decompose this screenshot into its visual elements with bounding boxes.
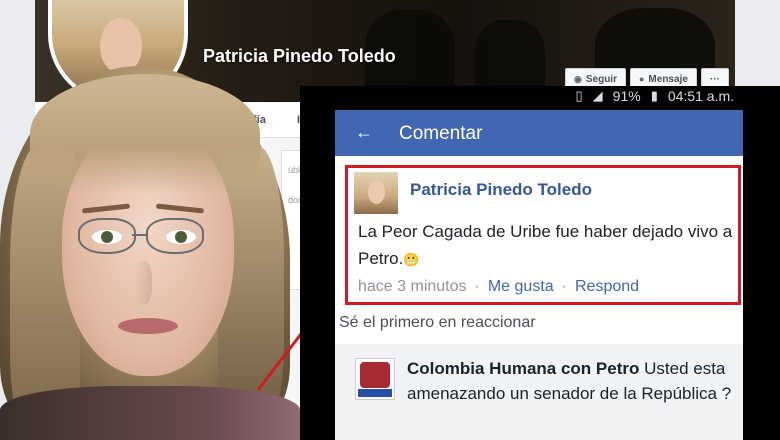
clock: 04:51 a.m. [667,88,734,104]
messenger-icon: ● [638,74,645,84]
comment-author-avatar[interactable] [354,172,398,214]
reply-author-avatar[interactable] [355,358,395,400]
vibrate-icon: ▯ [575,88,583,103]
follow-label: Seguir [585,73,617,85]
rss-icon: ◉ [574,73,582,84]
like-link[interactable]: Me gusta [488,278,554,295]
signal-icon: ◢ [592,88,603,103]
woman-portrait [0,56,300,440]
page-title: Comentar [399,123,483,144]
battery-level: 91% [612,88,641,104]
comment-text-container: La Peor Cagada de Uribe fue haber dejado… [358,218,738,273]
status-bar: ▯ ◢ 91% ▮ 04:51 a.m. [300,86,780,108]
reply-text-container: Colombia Humana con Petro Usted esta ame… [407,356,737,406]
comment-meta: hace 3 minutos · Me gusta · Respond [358,278,640,295]
reply-author-name[interactable]: Colombia Humana con Petro [407,359,639,378]
comment-timestamp: hace 3 minutos [358,278,467,295]
first-reaction-prompt: Sé el primero en reaccionar [339,314,536,331]
grimacing-emoji-icon: 😬 [403,252,420,268]
back-arrow-icon[interactable]: ← [355,122,373,143]
app-bar: ← Comentar [335,110,743,156]
reply-link[interactable]: Respond [575,278,639,295]
more-label: ··· [709,73,720,85]
message-label: Mensaje [648,73,688,85]
eyeglasses-icon [78,218,136,254]
highlighted-comment: Patricia Pinedo Toledo La Peor Cagada de… [345,165,741,305]
facebook-app: ← Comentar Patricia Pinedo Toledo La Peo… [335,110,743,440]
comment-author-name[interactable]: Patricia Pinedo Toledo [410,180,592,200]
reply-comment: Colombia Humana con Petro Usted esta ame… [335,344,743,440]
phone-screenshot: ▯ ◢ 91% ▮ 04:51 a.m. ← Comentar Patricia… [300,86,780,440]
battery-icon: ▮ [650,88,658,103]
